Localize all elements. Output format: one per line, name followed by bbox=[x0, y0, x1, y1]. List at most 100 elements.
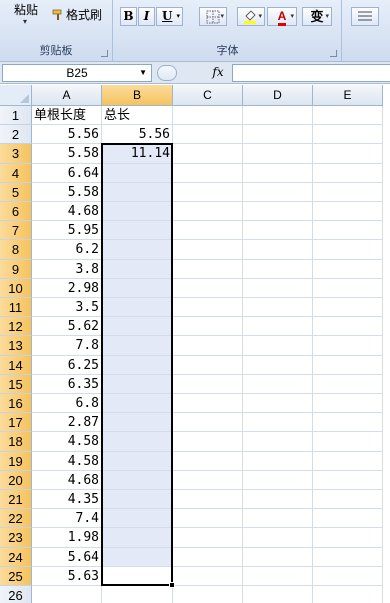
cell-b4[interactable] bbox=[102, 163, 173, 183]
paste-button[interactable]: 粘贴 bbox=[14, 1, 38, 18]
row-header-6[interactable]: 6 bbox=[0, 202, 32, 222]
cell-b9[interactable] bbox=[102, 259, 173, 279]
cell-d18[interactable] bbox=[243, 432, 313, 452]
cell-b20[interactable] bbox=[102, 470, 173, 490]
row-header-18[interactable]: 18 bbox=[0, 432, 32, 452]
cell-e10[interactable] bbox=[313, 278, 383, 298]
cell-b11[interactable] bbox=[102, 298, 173, 318]
cell-e7[interactable] bbox=[313, 221, 383, 241]
row-header-15[interactable]: 15 bbox=[0, 374, 32, 394]
cell-d15[interactable] bbox=[243, 374, 313, 394]
cell-e2[interactable] bbox=[313, 125, 383, 145]
cell-d5[interactable] bbox=[243, 182, 313, 202]
cell-c12[interactable] bbox=[173, 317, 243, 337]
cell-c9[interactable] bbox=[173, 259, 243, 279]
cell-d11[interactable] bbox=[243, 298, 313, 318]
cell-a22[interactable]: 7.4 bbox=[32, 509, 102, 529]
cell-c22[interactable] bbox=[173, 509, 243, 529]
cell-d23[interactable] bbox=[243, 528, 313, 548]
row-header-9[interactable]: 9 bbox=[0, 259, 32, 279]
cell-e15[interactable] bbox=[313, 374, 383, 394]
cell-e4[interactable] bbox=[313, 163, 383, 183]
cell-a9[interactable]: 3.8 bbox=[32, 259, 102, 279]
formula-input[interactable] bbox=[232, 64, 390, 82]
cell-a10[interactable]: 2.98 bbox=[32, 278, 102, 298]
cell-a25[interactable]: 5.63 bbox=[32, 566, 102, 586]
select-all-button[interactable] bbox=[0, 85, 32, 106]
cell-d17[interactable] bbox=[243, 413, 313, 433]
chevron-down-icon[interactable]: ▾ bbox=[290, 8, 294, 25]
cell-d24[interactable] bbox=[243, 547, 313, 567]
cell-a11[interactable]: 3.5 bbox=[32, 298, 102, 318]
cell-b17[interactable] bbox=[102, 413, 173, 433]
cell-e18[interactable] bbox=[313, 432, 383, 452]
chevron-down-icon[interactable]: ▼ bbox=[139, 65, 147, 81]
cell-c17[interactable] bbox=[173, 413, 243, 433]
font-launcher-icon[interactable] bbox=[330, 50, 337, 57]
row-header-11[interactable]: 11 bbox=[0, 298, 32, 318]
cell-e14[interactable] bbox=[313, 355, 383, 375]
cell-e21[interactable] bbox=[313, 490, 383, 510]
cell-e20[interactable] bbox=[313, 470, 383, 490]
cell-d26[interactable] bbox=[243, 586, 313, 603]
bold-button[interactable]: B bbox=[120, 7, 137, 26]
cell-b23[interactable] bbox=[102, 528, 173, 548]
font-color-button[interactable]: A ▾ bbox=[267, 7, 297, 26]
cell-e24[interactable] bbox=[313, 547, 383, 567]
italic-button[interactable]: I bbox=[138, 7, 155, 26]
cell-b14[interactable] bbox=[102, 355, 173, 375]
cell-a26[interactable] bbox=[32, 586, 102, 603]
phonetic-guide-button[interactable]: 变 ▾ bbox=[302, 7, 332, 26]
cell-c8[interactable] bbox=[173, 240, 243, 260]
cell-b26[interactable] bbox=[102, 586, 173, 603]
cell-c15[interactable] bbox=[173, 374, 243, 394]
cell-a12[interactable]: 5.62 bbox=[32, 317, 102, 337]
borders-button[interactable]: ▾ bbox=[199, 7, 227, 26]
cell-d2[interactable] bbox=[243, 125, 313, 145]
cell-e6[interactable] bbox=[313, 202, 383, 222]
cell-e17[interactable] bbox=[313, 413, 383, 433]
paste-dropdown-icon[interactable]: ▾ bbox=[23, 17, 27, 26]
cell-d13[interactable] bbox=[243, 336, 313, 356]
cell-b8[interactable] bbox=[102, 240, 173, 260]
cell-e9[interactable] bbox=[313, 259, 383, 279]
clipboard-launcher-icon[interactable] bbox=[101, 50, 108, 57]
cell-c10[interactable] bbox=[173, 278, 243, 298]
cell-d25[interactable] bbox=[243, 566, 313, 586]
cell-e5[interactable] bbox=[313, 182, 383, 202]
cell-d12[interactable] bbox=[243, 317, 313, 337]
cell-c1[interactable] bbox=[173, 106, 243, 126]
row-header-8[interactable]: 8 bbox=[0, 240, 32, 260]
cell-e19[interactable] bbox=[313, 451, 383, 471]
cell-c24[interactable] bbox=[173, 547, 243, 567]
cell-c18[interactable] bbox=[173, 432, 243, 452]
cell-c11[interactable] bbox=[173, 298, 243, 318]
cell-a20[interactable]: 4.68 bbox=[32, 470, 102, 490]
cell-a14[interactable]: 6.25 bbox=[32, 355, 102, 375]
column-header-d[interactable]: D bbox=[243, 85, 313, 106]
cell-e1[interactable] bbox=[313, 106, 383, 126]
cell-a24[interactable]: 5.64 bbox=[32, 547, 102, 567]
column-header-b[interactable]: B bbox=[102, 85, 173, 106]
align-button[interactable] bbox=[351, 7, 379, 26]
row-header-12[interactable]: 12 bbox=[0, 317, 32, 337]
row-header-7[interactable]: 7 bbox=[0, 221, 32, 241]
row-header-13[interactable]: 13 bbox=[0, 336, 32, 356]
cell-c16[interactable] bbox=[173, 394, 243, 414]
cell-d1[interactable] bbox=[243, 106, 313, 126]
cell-c19[interactable] bbox=[173, 451, 243, 471]
chevron-down-icon[interactable]: ▾ bbox=[325, 8, 329, 25]
row-header-24[interactable]: 24 bbox=[0, 547, 32, 567]
underline-button[interactable]: U ▾ bbox=[156, 7, 183, 26]
cell-b12[interactable] bbox=[102, 317, 173, 337]
row-header-26[interactable]: 26 bbox=[0, 586, 32, 603]
cell-a23[interactable]: 1.98 bbox=[32, 528, 102, 548]
cell-b21[interactable] bbox=[102, 490, 173, 510]
cell-a6[interactable]: 4.68 bbox=[32, 202, 102, 222]
cell-d20[interactable] bbox=[243, 470, 313, 490]
cell-e25[interactable] bbox=[313, 566, 383, 586]
cell-e16[interactable] bbox=[313, 394, 383, 414]
cell-d6[interactable] bbox=[243, 202, 313, 222]
cell-d3[interactable] bbox=[243, 144, 313, 164]
chevron-down-icon[interactable]: ▾ bbox=[220, 8, 224, 25]
